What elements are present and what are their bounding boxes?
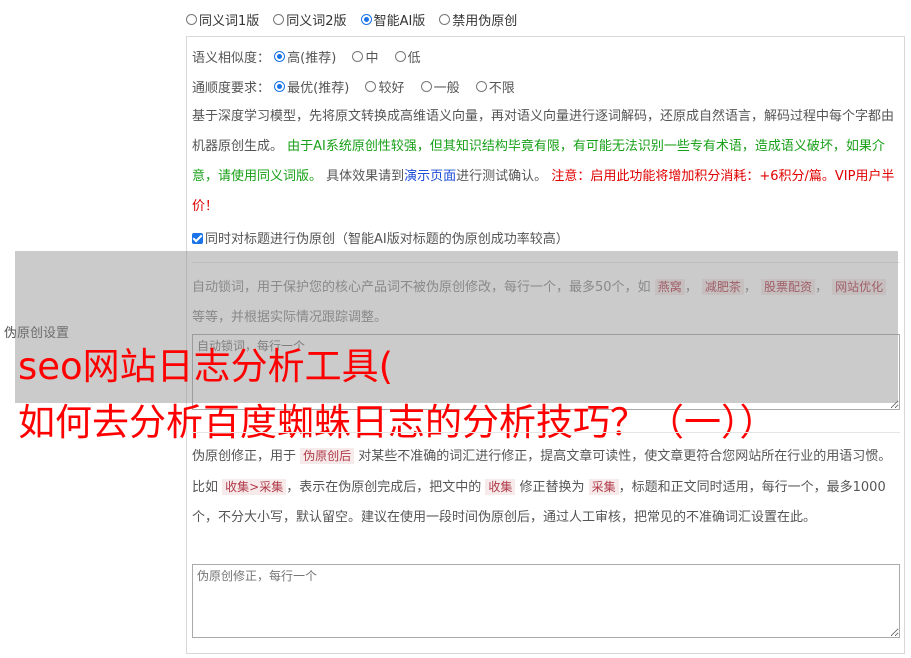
radio-button[interactable] bbox=[394, 51, 406, 62]
mode-option-ai[interactable]: 智能AI版 bbox=[360, 10, 425, 29]
correction-text: 修正替换为 bbox=[515, 480, 589, 495]
example-tag: 收集>采集 bbox=[222, 479, 287, 495]
fluency-good[interactable]: 较好 bbox=[365, 77, 404, 96]
similarity-row: 语义相似度： 高(推荐) 中 低 bbox=[192, 47, 435, 66]
ai-description: 基于深度学习模型，先将原文转换成高维语义向量，再对语义向量进行逐词解码，还原成自… bbox=[192, 102, 900, 222]
fluency-normal[interactable]: 一般 bbox=[420, 77, 460, 96]
radio-button-selected[interactable] bbox=[360, 14, 372, 25]
example-tag: 收集 bbox=[485, 479, 516, 495]
example-tag: 采集 bbox=[588, 479, 619, 495]
title-checkbox-row[interactable]: 同时对标题进行伪原创（智能AI版对标题的伪原创成功率较高） bbox=[192, 228, 569, 247]
fluency-best[interactable]: 最优(推荐) bbox=[274, 77, 349, 96]
fluency-any[interactable]: 不限 bbox=[475, 77, 515, 96]
radio-button[interactable] bbox=[475, 81, 487, 92]
example-tag: 伪原创后 bbox=[300, 448, 355, 464]
demo-page-link[interactable]: 演示页面 bbox=[404, 169, 456, 184]
title-checkbox-label: 同时对标题进行伪原创（智能AI版对标题的伪原创成功率较高） bbox=[205, 232, 569, 247]
divider bbox=[192, 432, 900, 433]
description-text: 进行测试确认。 bbox=[456, 169, 552, 184]
correction-text: ，表示在伪原创完成后，把文中的 bbox=[286, 480, 486, 495]
description-text: 具体效果请到 bbox=[322, 169, 405, 184]
overlay-title-line2: 如何去分析百度蜘蛛日志的分析技巧？（一）） bbox=[18, 401, 777, 444]
radio-button-selected[interactable] bbox=[274, 81, 286, 92]
correction-input[interactable] bbox=[192, 564, 900, 638]
mode-radio-group: 同义词1版 同义词2版 智能AI版 禁用伪原创 bbox=[186, 10, 531, 29]
radio-button[interactable] bbox=[273, 14, 285, 25]
radio-button[interactable] bbox=[365, 81, 377, 92]
correction-text: 伪原创修正，用于 bbox=[192, 449, 301, 464]
title-checkbox[interactable] bbox=[192, 233, 203, 244]
similarity-high[interactable]: 高(推荐) bbox=[274, 47, 336, 66]
radio-button[interactable] bbox=[186, 14, 197, 25]
mode-option-synonym2[interactable]: 同义词2版 bbox=[273, 10, 347, 29]
mode-option-disable[interactable]: 禁用伪原创 bbox=[439, 10, 517, 29]
similarity-low[interactable]: 低 bbox=[394, 47, 421, 66]
mode-option-synonym1[interactable]: 同义词1版 bbox=[186, 10, 259, 29]
correction-description: 伪原创修正，用于 伪原创后 对某些不准确的词汇进行修正，提高文章可读性，使文章更… bbox=[192, 441, 900, 533]
radio-button-selected[interactable] bbox=[274, 51, 286, 62]
overlay-title-line1: seo网站日志分析工具( bbox=[18, 345, 394, 388]
similarity-label: 语义相似度： bbox=[192, 51, 271, 66]
similarity-mid[interactable]: 中 bbox=[352, 47, 378, 66]
radio-button[interactable] bbox=[420, 81, 432, 92]
fluency-label: 通顺度要求： bbox=[192, 81, 271, 96]
radio-button[interactable] bbox=[439, 14, 451, 25]
radio-button[interactable] bbox=[352, 51, 364, 62]
fluency-row: 通顺度要求： 最优(推荐) 较好 一般 不限 bbox=[192, 77, 529, 96]
